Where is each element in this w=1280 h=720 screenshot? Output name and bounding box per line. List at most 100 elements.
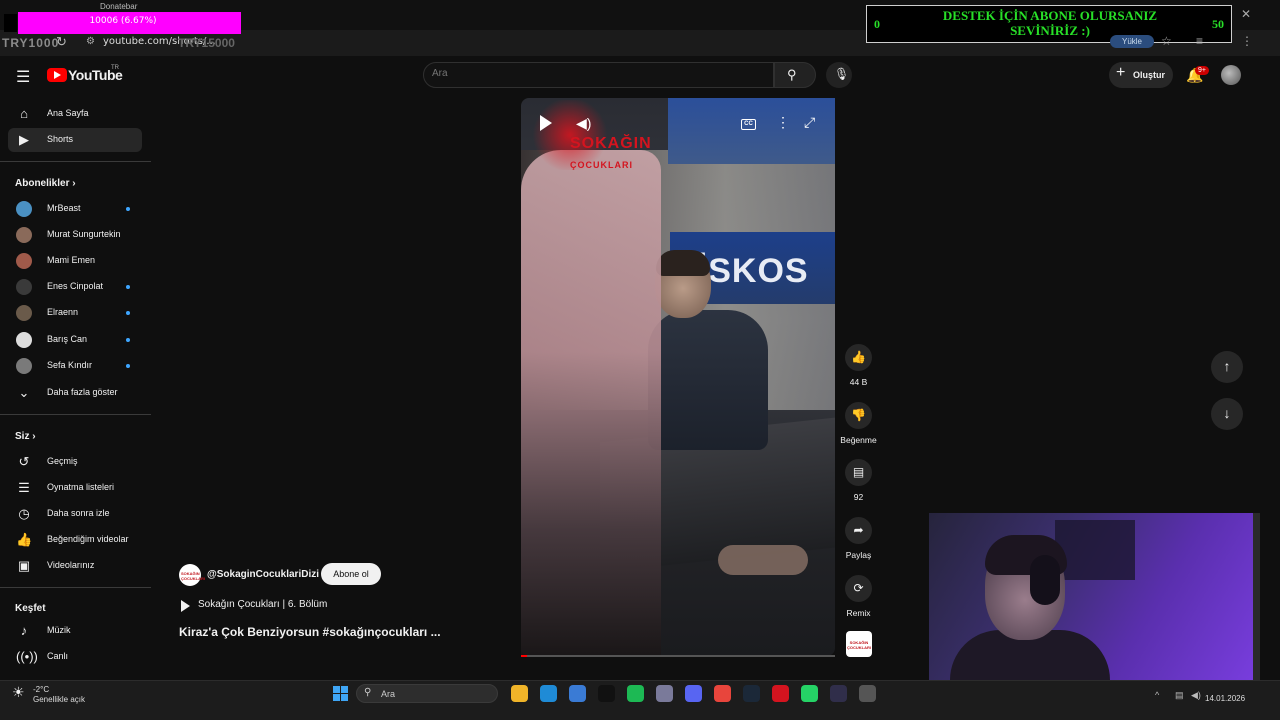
remix-icon: ⟳	[853, 581, 864, 595]
sidebar-item-subscription[interactable]: Elraenn	[8, 301, 142, 325]
new-content-dot	[126, 311, 130, 315]
donation-square	[4, 14, 17, 32]
history-icon: ↺	[18, 454, 30, 469]
taskbar-search-label: Ara	[381, 689, 396, 699]
playlist-link[interactable]: Sokağın Çocukları | 6. Bölüm	[198, 599, 327, 610]
channel-name[interactable]: @SokaginCocuklariDizi	[207, 569, 319, 580]
video-overlay-title: SOKAĞIN	[570, 135, 652, 152]
sidebar-item-label: Elraenn	[47, 307, 79, 317]
settings-icon[interactable]	[859, 685, 876, 702]
sidebar-show-more[interactable]: ⌄ Daha fazla göster	[8, 381, 142, 405]
sidebar-item-live[interactable]: ((•)) Canlı	[8, 645, 142, 669]
sidebar-item-your-videos[interactable]: ▣ Videolarınız	[8, 554, 142, 578]
subscriptions-heading[interactable]: Abonelikler ›	[15, 178, 76, 189]
comment-count: 92	[853, 492, 864, 502]
spotify-icon[interactable]	[627, 685, 644, 702]
weather-icon[interactable]: ☀	[12, 684, 25, 701]
sidebar-item-subscription[interactable]: Barış Can	[8, 328, 142, 352]
file-explorer-icon[interactable]	[511, 685, 528, 702]
thumbs-down-icon: 👎	[851, 408, 866, 422]
divider	[0, 414, 151, 415]
volume-icon[interactable]: ◀)	[576, 115, 591, 132]
donation-goal-left: TRY1000	[2, 36, 60, 50]
microphone-icon[interactable]: 🎙	[834, 67, 849, 81]
obs-icon[interactable]	[830, 685, 847, 702]
divider	[0, 161, 151, 162]
subscribe-button[interactable]: Abone ol	[321, 563, 381, 585]
windows-start-icon[interactable]	[333, 686, 348, 701]
video-person-body	[648, 310, 768, 450]
you-heading[interactable]: Siz ›	[15, 431, 36, 442]
tiktok-icon[interactable]	[598, 685, 615, 702]
store-icon[interactable]	[569, 685, 586, 702]
sidebar-item-subscription[interactable]: Murat Sungurtekin	[8, 223, 142, 247]
upload-button[interactable]: Yükle	[1110, 35, 1154, 48]
sidebar-item-label: Videolarınız	[47, 560, 95, 570]
site-info-icon[interactable]: ⚙	[86, 36, 95, 47]
weather-temperature[interactable]: -2°C	[33, 685, 49, 694]
sidebar-item-playlists[interactable]: ☰ Oynatma listeleri	[8, 476, 142, 500]
video-title[interactable]: Kiraz'a Çok Benziyorsun #sokağınçocuklar…	[179, 625, 441, 639]
sidebar-item-label: Mami Emen	[47, 255, 96, 265]
playlist-play-icon[interactable]	[181, 600, 190, 612]
search-icon: ⚲	[364, 687, 372, 698]
sidebar-item-shorts[interactable]: ▶ Shorts	[8, 128, 142, 152]
captions-icon[interactable]: CC	[741, 119, 756, 130]
account-avatar[interactable]	[1221, 65, 1241, 85]
bookmark-star-icon[interactable]: ☆	[1161, 34, 1172, 48]
extensions-icon[interactable]: ≡	[1196, 34, 1203, 48]
channel-avatar	[16, 227, 32, 243]
steam-icon[interactable]	[743, 685, 760, 702]
sidebar-item-label: Shorts	[47, 134, 74, 144]
search-input[interactable]	[432, 68, 732, 79]
like-count: 44 B	[849, 377, 868, 387]
volume-tray-icon[interactable]: ◀)	[1191, 690, 1201, 701]
sidebar-item-subscription[interactable]: MrBeast	[8, 197, 142, 221]
edge-icon[interactable]	[540, 685, 557, 702]
video-progress-bar[interactable]	[521, 655, 835, 657]
create-label: Oluştur	[1133, 70, 1166, 80]
play-icon[interactable]	[540, 115, 552, 131]
sidebar-item-music[interactable]: ♪ Müzik	[8, 619, 142, 643]
sidebar-item-subscription[interactable]: Enes Cinpolat	[8, 275, 142, 299]
chrome-icon[interactable]	[714, 685, 731, 702]
sidebar-item-home[interactable]: ⌂ Ana Sayfa	[8, 102, 142, 126]
discord-icon[interactable]	[685, 685, 702, 702]
fullscreen-icon[interactable]: ⤢	[804, 114, 815, 131]
scrollbar[interactable]	[1253, 513, 1260, 695]
menu-icon[interactable]: ☰	[16, 67, 30, 87]
browser-menu-icon[interactable]: ⋮	[1241, 34, 1253, 48]
whatsapp-icon[interactable]	[801, 685, 818, 702]
app-icon[interactable]	[656, 685, 673, 702]
video-foreground-figure	[521, 150, 661, 656]
sidebar-item-subscription[interactable]: Sefa Kındır	[8, 354, 142, 378]
video-overlay-subtitle: ÇOCUKLARI	[570, 160, 633, 170]
sidebar-item-subscription[interactable]: Mami Emen	[8, 249, 142, 273]
more-options-icon[interactable]: ⋮	[776, 114, 790, 131]
sidebar-item-label: Canlı	[47, 651, 69, 661]
channel-avatar	[16, 305, 32, 321]
reload-icon[interactable]: ↻	[56, 34, 70, 49]
webcam-background-object	[1055, 520, 1135, 580]
liked-icon: 👍	[16, 532, 33, 547]
sidebar-item-liked[interactable]: 👍 Beğendiğim videolar	[8, 528, 142, 552]
search-icon[interactable]: ⚲	[787, 67, 797, 83]
app-red-icon[interactable]	[772, 685, 789, 702]
weather-description[interactable]: Genellikle açık	[33, 695, 85, 704]
live-icon: ((•))	[16, 649, 38, 664]
sidebar: ⌂ Ana Sayfa ▶ Shorts Abonelikler › MrBea…	[0, 96, 151, 680]
network-icon[interactable]: ▤	[1175, 690, 1184, 701]
video-person-hair	[656, 250, 710, 276]
tray-chevron-icon[interactable]: ^	[1155, 690, 1159, 700]
music-icon: ♪	[20, 623, 28, 638]
video-progress-fill	[521, 655, 528, 657]
taskbar-date[interactable]: 14.01.2026	[1205, 694, 1245, 703]
sidebar-item-history[interactable]: ↺ Geçmiş	[8, 450, 142, 474]
playlists-icon: ☰	[18, 480, 30, 495]
new-content-dot	[126, 207, 130, 211]
new-content-dot	[126, 338, 130, 342]
youtube-region: TR	[111, 65, 119, 71]
close-window-icon[interactable]: ✕	[1241, 7, 1251, 21]
taskbar-search[interactable]	[356, 684, 498, 703]
sidebar-item-watch-later[interactable]: ◷ Daha sonra izle	[8, 502, 142, 526]
